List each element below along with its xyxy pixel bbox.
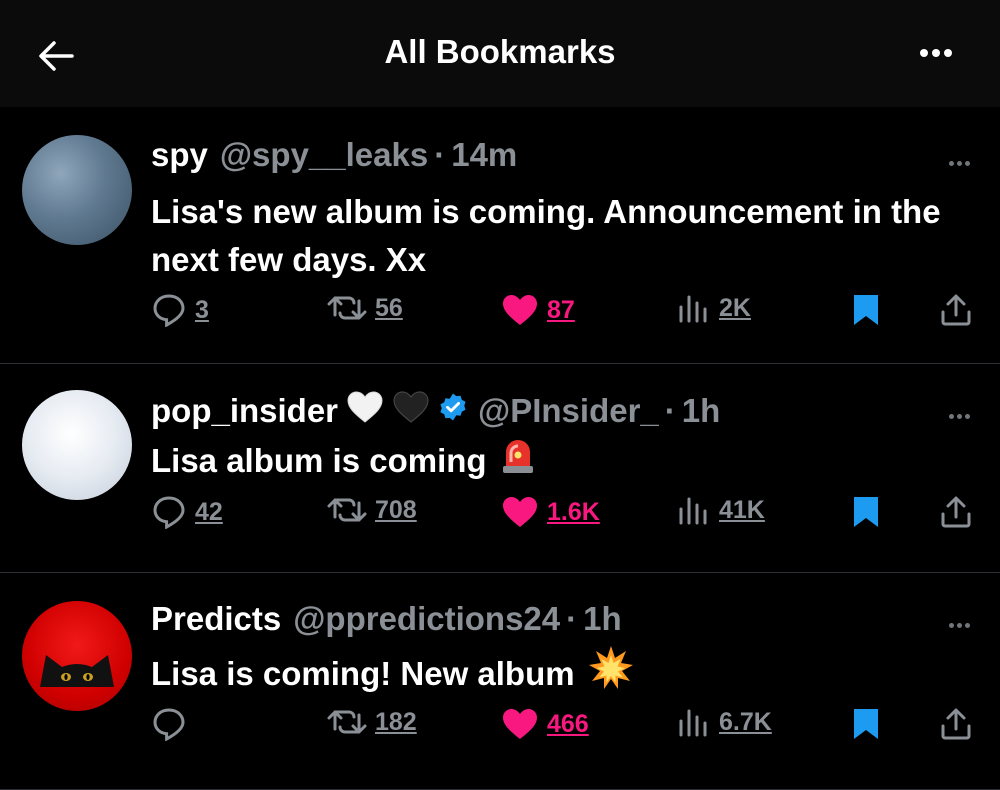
separator-dot: · xyxy=(664,392,676,429)
reply-icon xyxy=(151,293,187,327)
tweet-item[interactable]: pop_insider @PInsider_ · 1h Lisa album i… xyxy=(0,364,1000,573)
tweet-actions: 3 56 87 2K xyxy=(151,293,974,333)
verified-badge-icon xyxy=(438,392,468,430)
reply-button[interactable] xyxy=(151,707,195,741)
tweet-text-row: Lisa album is coming xyxy=(151,434,976,487)
reply-button[interactable]: 3 xyxy=(151,293,209,327)
author-handle[interactable]: @PInsider_ xyxy=(478,392,659,430)
black-heart-emoji xyxy=(392,390,430,432)
share-icon xyxy=(939,293,973,327)
like-count: 466 xyxy=(547,709,589,738)
top-bar: All Bookmarks xyxy=(0,0,1000,107)
bookmark-button[interactable] xyxy=(851,495,881,529)
tweet-header: Predicts @ppredictions24 · 1h xyxy=(151,600,622,638)
bookmark-icon xyxy=(851,707,881,741)
more-icon[interactable] xyxy=(946,153,970,171)
siren-emoji xyxy=(501,434,535,487)
cat-avatar-image xyxy=(40,655,114,687)
retweet-count: 182 xyxy=(375,707,417,736)
views-icon xyxy=(677,495,711,525)
like-count: 1.6K xyxy=(547,497,600,526)
views-button[interactable]: 41K xyxy=(677,495,765,525)
author-name[interactable]: pop_insider xyxy=(151,392,338,430)
share-button[interactable] xyxy=(939,707,973,741)
views-button[interactable]: 2K xyxy=(677,293,751,323)
more-icon[interactable] xyxy=(916,44,952,62)
separator-dot: · xyxy=(566,600,578,637)
reply-button[interactable]: 42 xyxy=(151,495,223,529)
views-count: 2K xyxy=(719,293,751,322)
white-heart-emoji xyxy=(346,390,384,432)
like-button[interactable]: 87 xyxy=(501,293,575,327)
views-count: 6.7K xyxy=(719,707,772,736)
avatar[interactable] xyxy=(22,135,132,245)
tweet-actions: 182 466 6.7K xyxy=(151,707,974,747)
heart-icon xyxy=(501,707,539,741)
retweet-icon xyxy=(327,495,367,525)
tweet-text-row: Lisa is coming! New album xyxy=(151,645,976,702)
reply-icon xyxy=(151,707,187,741)
tweet-text: Lisa album is coming xyxy=(151,441,487,479)
bookmark-icon xyxy=(851,293,881,327)
tweet-text: Lisa is coming! New album xyxy=(151,654,575,692)
reply-count: 42 xyxy=(195,497,223,526)
views-icon xyxy=(677,293,711,323)
views-button[interactable]: 6.7K xyxy=(677,707,772,737)
avatar[interactable] xyxy=(22,390,132,500)
tweet-header: spy @spy__leaks · 14m xyxy=(151,136,517,174)
share-button[interactable] xyxy=(939,495,973,529)
share-button[interactable] xyxy=(939,293,973,327)
author-name[interactable]: spy xyxy=(151,136,208,174)
author-handle[interactable]: @ppredictions24 xyxy=(293,600,560,638)
tweet-item[interactable]: spy @spy__leaks · 14m Lisa's new album i… xyxy=(0,107,1000,364)
collision-emoji xyxy=(588,645,633,702)
bookmark-button[interactable] xyxy=(851,293,881,327)
bookmark-button[interactable] xyxy=(851,707,881,741)
tweet-time[interactable]: 1h xyxy=(583,600,622,638)
more-icon[interactable] xyxy=(946,615,970,633)
back-arrow-icon[interactable] xyxy=(34,34,78,78)
tweet-time[interactable]: 14m xyxy=(451,136,517,174)
like-button[interactable]: 466 xyxy=(501,707,589,741)
author-handle[interactable]: @spy__leaks xyxy=(220,136,428,174)
page-title: All Bookmarks xyxy=(384,32,616,70)
tweet-time[interactable]: 1h xyxy=(682,392,721,430)
avatar[interactable] xyxy=(22,601,132,711)
tweet-header: pop_insider @PInsider_ · 1h xyxy=(151,390,720,432)
share-icon xyxy=(939,495,973,529)
like-button[interactable]: 1.6K xyxy=(501,495,600,529)
retweet-count: 708 xyxy=(375,495,417,524)
views-count: 41K xyxy=(719,495,765,524)
reply-count: 3 xyxy=(195,295,209,324)
retweet-icon xyxy=(327,293,367,323)
reply-icon xyxy=(151,495,187,529)
retweet-button[interactable]: 182 xyxy=(327,707,417,737)
share-icon xyxy=(939,707,973,741)
bookmark-icon xyxy=(851,495,881,529)
retweet-count: 56 xyxy=(375,293,403,322)
views-icon xyxy=(677,707,711,737)
heart-icon xyxy=(501,495,539,529)
retweet-icon xyxy=(327,707,367,737)
tweet-actions: 42 708 1.6K 41K xyxy=(151,495,974,535)
tweet-text: Lisa's new album is coming. Announcement… xyxy=(151,193,941,278)
like-count: 87 xyxy=(547,295,575,324)
separator-dot: · xyxy=(434,136,446,173)
heart-icon xyxy=(501,293,539,327)
author-name[interactable]: Predicts xyxy=(151,600,281,638)
retweet-button[interactable]: 708 xyxy=(327,495,417,525)
more-icon[interactable] xyxy=(946,406,970,424)
retweet-button[interactable]: 56 xyxy=(327,293,403,323)
tweet-item[interactable]: Predicts @ppredictions24 · 1h Lisa is co… xyxy=(0,573,1000,790)
